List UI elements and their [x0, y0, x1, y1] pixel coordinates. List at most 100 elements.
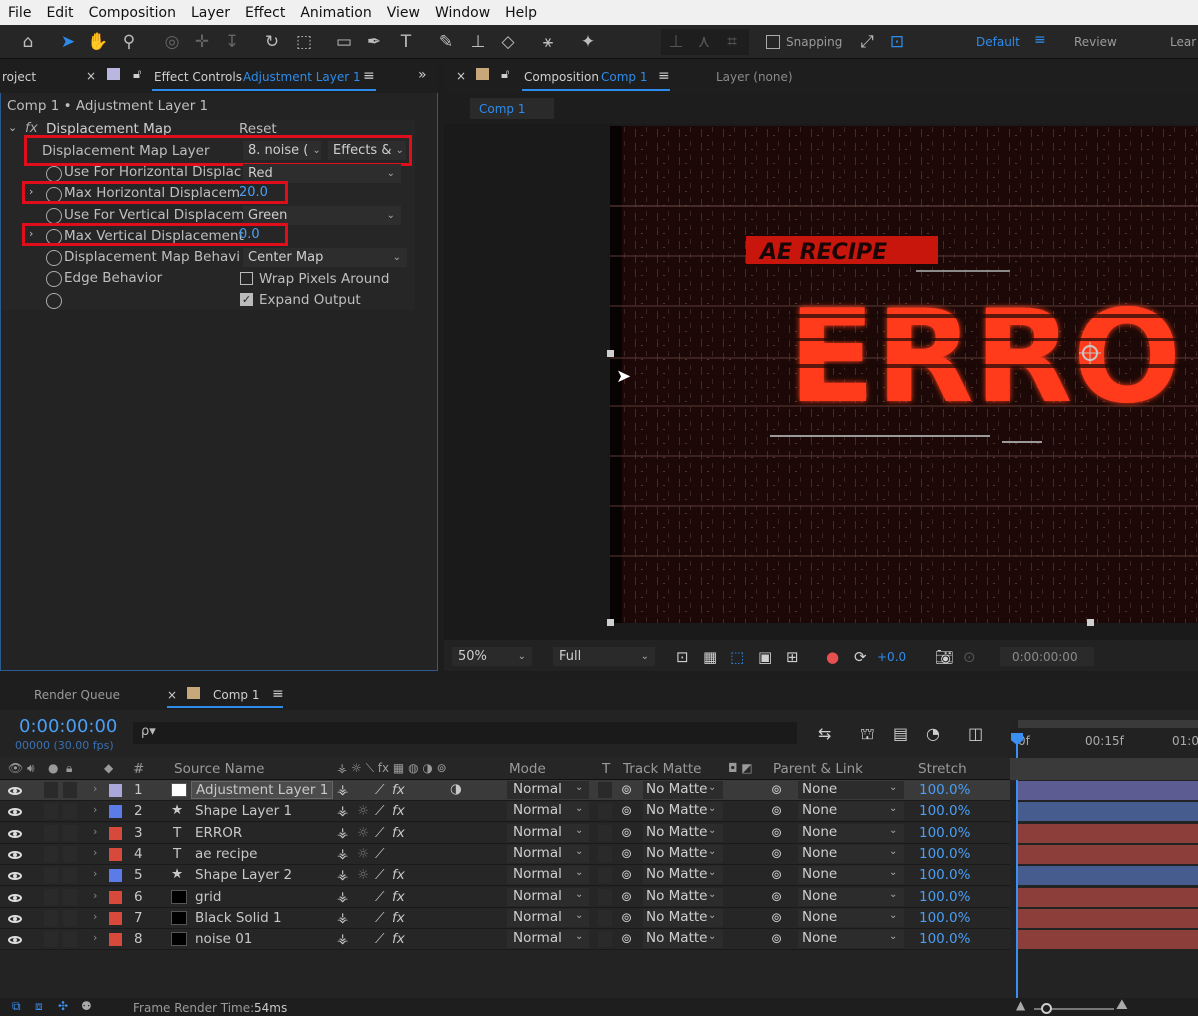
quality-switch-icon[interactable]: ⟋ — [375, 867, 384, 883]
timeline-search-input[interactable] — [133, 722, 797, 744]
shy-switch-icon[interactable]: ⚶ — [337, 867, 348, 883]
tab-render-queue[interactable]: Render Queue — [34, 688, 120, 702]
stretch-value[interactable]: 100.0% — [919, 931, 970, 947]
layer-switches-toggle-icon[interactable]: ⧉ — [12, 999, 21, 1014]
layer-duration-bar[interactable] — [1018, 930, 1198, 950]
layer-name[interactable]: noise 01 — [195, 931, 252, 947]
composition-mini-flowchart-icon[interactable]: ⇆ — [818, 724, 831, 743]
video-eye-icon[interactable] — [8, 914, 22, 923]
quality-switch-icon[interactable]: ⟋ — [375, 889, 384, 905]
panel-overflow-icon[interactable]: » — [418, 67, 427, 83]
layer-duration-bar[interactable] — [1018, 781, 1198, 800]
bounding-handle[interactable] — [1087, 619, 1094, 626]
solo-switch[interactable] — [44, 931, 58, 948]
label-color-swatch[interactable] — [109, 784, 122, 797]
stretch-value[interactable]: 100.0% — [919, 910, 970, 926]
stopwatch-icon[interactable] — [46, 208, 62, 224]
layer-duration-bar[interactable] — [1018, 887, 1198, 907]
bounding-handle[interactable] — [607, 350, 614, 357]
zoom-in-icon[interactable]: ⛰ — [1116, 997, 1128, 1013]
fx-switch-icon[interactable]: fx — [392, 931, 405, 947]
shy-switch-icon[interactable]: ⚶ — [337, 782, 348, 798]
render-time-toggle-icon[interactable]: ⚉ — [81, 999, 92, 1013]
collapse-switch-icon[interactable]: ☼ — [357, 825, 369, 841]
preserve-transparency-switch[interactable] — [598, 888, 612, 905]
shy-switch-icon[interactable]: ⚶ — [337, 889, 348, 905]
label-color-swatch[interactable] — [109, 869, 122, 883]
video-eye-icon[interactable] — [8, 829, 22, 838]
fx-switch-icon[interactable]: fx — [392, 889, 405, 905]
layer-name[interactable]: Black Solid 1 — [195, 910, 282, 926]
tab-composition-label[interactable]: Composition — [524, 70, 599, 84]
world-axis-icon[interactable]: ⋏ — [692, 30, 716, 54]
menu-composition[interactable]: Composition — [89, 5, 176, 21]
expand-output-checkbox[interactable]: ✓ — [240, 293, 253, 306]
clone-stamp-tool-icon[interactable]: ⊥ — [466, 30, 490, 54]
pick-whip-icon[interactable]: ⊚ — [621, 931, 632, 947]
exposure-value[interactable]: +0.0 — [877, 650, 906, 664]
effect-expand-chevron-icon[interactable]: ⌄ — [8, 121, 17, 134]
pan-tool-icon[interactable]: ✛ — [190, 30, 214, 54]
lock-switch[interactable] — [63, 824, 77, 841]
solo-switch[interactable] — [44, 782, 58, 798]
label-color-swatch[interactable] — [109, 847, 122, 861]
snapping-options-icon[interactable]: ⤢ — [855, 30, 879, 54]
label-color-swatch[interactable] — [109, 911, 122, 925]
expand-chevron-icon[interactable]: › — [93, 825, 97, 838]
collapse-switch-icon[interactable]: ☼ — [357, 846, 369, 862]
quality-switch-icon[interactable]: ⟋ — [375, 846, 384, 862]
stretch-value[interactable]: 100.0% — [919, 889, 970, 905]
panel-menu-icon[interactable]: ≡ — [363, 68, 375, 84]
pen-tool-icon[interactable]: ✒ — [362, 30, 386, 54]
preserve-transparency-switch[interactable] — [598, 782, 612, 798]
expand-chevron-icon[interactable]: › — [93, 889, 97, 902]
fx-switch-icon[interactable]: fx — [392, 910, 405, 926]
stopwatch-icon[interactable] — [46, 271, 62, 287]
menu-file[interactable]: File — [8, 5, 31, 21]
layer-duration-bar[interactable] — [1018, 802, 1198, 822]
local-axis-icon[interactable]: ⊥ — [664, 30, 688, 54]
shy-switch-icon[interactable]: ⚶ — [337, 910, 348, 926]
shy-switch-icon[interactable]: ⚶ — [337, 803, 348, 819]
frame-blending-icon[interactable]: ◔ — [926, 724, 940, 743]
menu-layer[interactable]: Layer — [191, 5, 230, 21]
timeline-timecode[interactable]: 0:00:00:00 — [19, 716, 117, 737]
bounding-handle[interactable] — [607, 619, 614, 626]
layer-duration-bar[interactable] — [1018, 908, 1198, 928]
lock-switch[interactable] — [63, 931, 77, 948]
selection-tool-icon[interactable]: ➤ — [56, 30, 80, 54]
lock-switch[interactable] — [63, 782, 77, 798]
workspace-learn[interactable]: Lear — [1170, 35, 1196, 49]
pick-whip-icon[interactable]: ⊚ — [621, 867, 632, 883]
expand-chevron-icon[interactable]: › — [93, 803, 97, 816]
guides-icon[interactable]: ▣ — [758, 648, 772, 666]
snap-guides-icon[interactable]: ⊡ — [885, 30, 909, 54]
stretch-value[interactable]: 100.0% — [919, 825, 970, 841]
transfer-controls-toggle-icon[interactable]: ⧈ — [35, 999, 43, 1014]
stopwatch-icon[interactable] — [46, 166, 62, 182]
close-icon[interactable]: × — [456, 69, 466, 83]
snapshot-icon[interactable]: 📷︎ — [935, 648, 954, 666]
shy-switch-icon[interactable]: ⚶ — [337, 825, 348, 841]
pick-whip-icon[interactable]: ⊚ — [621, 910, 632, 926]
lock-switch[interactable] — [63, 888, 77, 905]
stretch-value[interactable]: 100.0% — [919, 782, 970, 798]
grid-options-icon[interactable]: ⊞ — [786, 648, 799, 666]
expand-chevron-icon[interactable]: › — [93, 867, 97, 880]
tab-comp[interactable]: Comp 1 — [213, 688, 259, 702]
fx-switch-icon[interactable]: fx — [392, 867, 405, 883]
wrap-pixels-checkbox[interactable] — [240, 272, 253, 285]
collapse-switch-icon[interactable]: ☼ — [357, 803, 369, 819]
stretch-value[interactable]: 100.0% — [919, 803, 970, 819]
orbit-tool-icon[interactable]: ◎ — [160, 30, 184, 54]
roto-brush-tool-icon[interactable]: ⚹ — [536, 30, 560, 54]
layer-name[interactable]: grid — [195, 889, 221, 905]
comp-canvas[interactable]: AE RECIPE ERRO — [610, 126, 1198, 623]
fx-switch-icon[interactable]: fx — [392, 825, 405, 841]
lock-switch[interactable] — [63, 845, 77, 862]
layer-duration-bar[interactable] — [1018, 844, 1198, 864]
preserve-transparency-switch[interactable] — [598, 803, 612, 820]
parent-pick-whip-icon[interactable]: ⊚ — [771, 889, 782, 905]
menu-help[interactable]: Help — [505, 5, 537, 21]
preserve-transparency-switch[interactable] — [598, 845, 612, 862]
